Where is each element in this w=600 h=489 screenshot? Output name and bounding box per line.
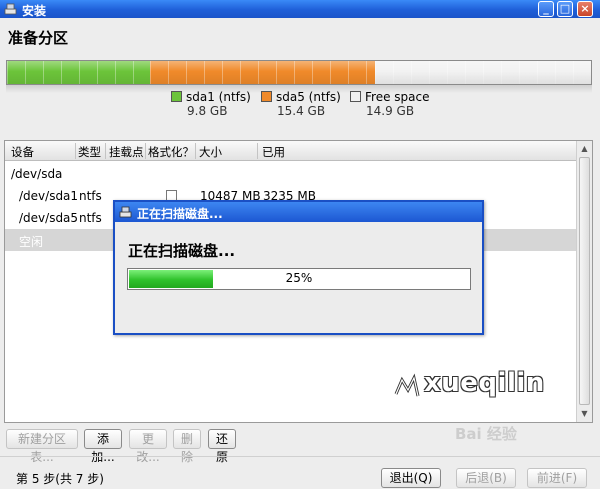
scanning-dialog: 正在扫描磁盘... 正在扫描磁盘... 25% (113, 200, 484, 335)
page-title: 准备分区 (8, 29, 69, 47)
window-title: 安装 (22, 4, 47, 18)
legend-label: sda5 (ntfs) (276, 90, 341, 104)
footer-separator (0, 456, 600, 457)
partition-segment-0 (7, 61, 151, 84)
cell-device: /dev/sda1 (19, 189, 79, 203)
scroll-down-arrow-icon[interactable]: ▼ (577, 406, 592, 421)
partition-segment-1 (150, 61, 375, 84)
dialog-title: 正在扫描磁盘... (137, 207, 223, 221)
delete-button[interactable]: 删除 (173, 429, 201, 464)
cell-type: ntfs (79, 189, 102, 203)
header-size[interactable]: 大小 (199, 144, 222, 160)
header-mount[interactable]: 挂载点 (109, 144, 144, 160)
cell-device: /dev/sda (11, 167, 63, 181)
watermark-logo-icon (394, 373, 420, 397)
legend-swatch-free (350, 91, 361, 102)
scroll-thumb[interactable] (579, 157, 590, 405)
legend-swatch-sda1 (171, 91, 182, 102)
dialog-message: 正在扫描磁盘... (128, 242, 236, 260)
forward-button[interactable]: 前进(F) (527, 468, 587, 488)
partition-segment-2 (374, 61, 591, 84)
table-scrollbar[interactable]: ▲ ▼ (576, 141, 592, 422)
revert-button[interactable]: 还原 (208, 429, 236, 464)
legend-sda5: sda5 (ntfs) 15.4 GB (261, 90, 341, 118)
add-button[interactable]: 添加... (84, 429, 122, 464)
minimize-button[interactable]: _ (538, 1, 554, 17)
legend-sda1: sda1 (ntfs) 9.8 GB (171, 90, 251, 118)
legend-label: sda1 (ntfs) (186, 90, 251, 104)
header-format[interactable]: 格式化？ (148, 144, 194, 160)
installer-icon (4, 3, 17, 15)
watermark-text: xueqilin (424, 368, 545, 398)
legend-label: Free space (365, 90, 430, 104)
header-type[interactable]: 类型 (78, 144, 101, 160)
table-header: 设备 类型 挂载点 格式化？ 大小 已用 (5, 141, 577, 161)
header-used[interactable]: 已用 (262, 144, 285, 160)
legend-size: 15.4 GB (277, 104, 326, 118)
header-device[interactable]: 设备 (11, 144, 34, 160)
cell-device: 空闲 (19, 235, 44, 249)
dialog-installer-icon (119, 206, 132, 218)
legend-free-space: Free space 14.9 GB (350, 90, 429, 118)
back-button[interactable]: 后退(B) (456, 468, 516, 488)
scroll-up-arrow-icon[interactable]: ▲ (577, 141, 592, 156)
step-indicator: 第 5 步(共 7 步) (16, 472, 104, 486)
scan-progress-bar: 25% (127, 268, 471, 290)
close-button[interactable]: × (577, 1, 593, 17)
partition-bar (6, 60, 592, 85)
legend-size: 9.8 GB (187, 104, 228, 118)
legend-swatch-sda5 (261, 91, 272, 102)
legend-size: 14.9 GB (366, 104, 415, 118)
cell-type: ntfs (79, 211, 102, 225)
maximize-button[interactable]: □ (557, 1, 573, 17)
window-titlebar: 安装 _ □ × (0, 0, 600, 18)
cell-device: /dev/sda5 (19, 211, 79, 225)
change-button[interactable]: 更改... (129, 429, 167, 464)
progress-label: 25% (285, 271, 313, 285)
new-partition-table-button[interactable]: 新建分区表... (6, 429, 78, 464)
baidu-watermark: Bai 经验 (455, 425, 517, 443)
dialog-titlebar: 正在扫描磁盘... (115, 202, 482, 222)
table-row[interactable]: /dev/sda (5, 163, 577, 185)
quit-button[interactable]: 退出(Q) (381, 468, 441, 488)
